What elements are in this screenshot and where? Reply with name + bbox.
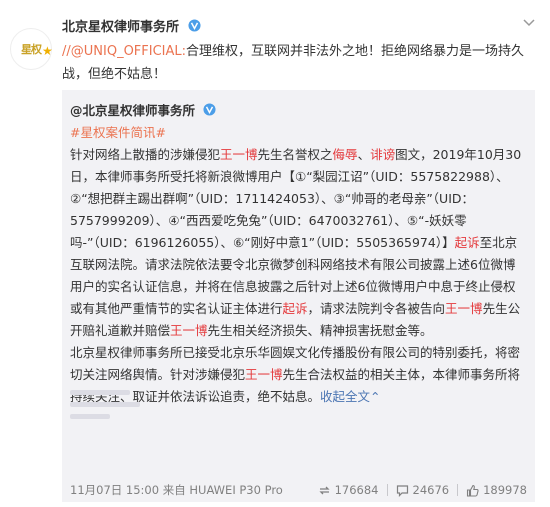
post-header: 北京星权律师事务所 xyxy=(62,16,520,35)
blurred-line xyxy=(70,414,110,419)
avatar-logo: 星权 xyxy=(21,43,42,56)
repost-paragraph-1: 针对网络上散播的涉嫌侵犯王一博先生名誉权之侮辱、诽谤图文，2019年10月30日… xyxy=(70,144,527,342)
keyword-link[interactable]: 王一博 xyxy=(220,147,258,162)
comment-icon xyxy=(396,484,408,497)
mention-link[interactable]: //@UNIQ_OFFICIAL: xyxy=(62,44,186,59)
chevron-down-icon[interactable] xyxy=(520,16,538,30)
blurred-line xyxy=(70,390,130,395)
verified-v-icon xyxy=(203,103,216,116)
repost-box: @北京星权律师事务所 #星权案件简讯# 针对网络上散播的涉嫌侵犯王一博先生名誉权… xyxy=(62,90,535,502)
keyword-link[interactable]: 侮辱 xyxy=(333,147,358,162)
verified-v-icon xyxy=(188,19,201,32)
thumbs-up-icon xyxy=(467,484,479,497)
repost-author-line: @北京星权律师事务所 xyxy=(70,100,527,122)
verified-star-icon: ★ xyxy=(42,44,53,58)
collapse-text-link[interactable]: ⌃ xyxy=(370,389,380,404)
keyword-link[interactable]: 起诉 xyxy=(455,235,480,250)
keyword-link[interactable]: 起诉 xyxy=(283,301,308,316)
paragraph-text: 先生名誉权之 xyxy=(257,147,333,162)
divider xyxy=(386,484,388,496)
comment-count: 24676 xyxy=(412,483,450,497)
paragraph-text: 、 xyxy=(357,147,371,162)
divider xyxy=(457,484,459,496)
paragraph-text: 针对网络上散播的涉嫌侵犯 xyxy=(70,147,221,162)
post-text: //@UNIQ_OFFICIAL:合理维权，互联网并非法外之地！拒绝网络暴力是一… xyxy=(62,40,530,86)
repost-author[interactable]: @北京星权律师事务所 xyxy=(70,103,195,118)
repost-icon xyxy=(319,486,330,494)
topic-hashtag[interactable]: #星权案件简讯# xyxy=(70,122,527,144)
keyword-link[interactable]: 王一博 xyxy=(170,323,208,338)
author-name[interactable]: 北京星权律师事务所 xyxy=(62,20,179,35)
paragraph-text: 图文，2019年10月30日，本律师事务所受托将新浪微博用户【①“梨园江诏”（U… xyxy=(70,147,522,250)
blurred-line xyxy=(70,402,140,407)
like-button[interactable]: 189978 xyxy=(466,483,527,497)
collapse-text-link[interactable]: 收起全文 xyxy=(320,389,370,404)
keyword-link[interactable]: 王一博 xyxy=(245,367,283,382)
repost-count: 176684 xyxy=(334,483,379,497)
repost-footer: 11月07日 15:00 来自 HUAWEI P30 Pro 176684 24… xyxy=(70,479,527,501)
weibo-post-card: 星权 ★ 北京星权律师事务所 //@UNIQ_OFFICIAL:合理维权，互联网… xyxy=(0,0,550,507)
like-count: 189978 xyxy=(483,483,527,497)
repost-button[interactable]: 176684 xyxy=(318,483,379,497)
post-time-source[interactable]: 11月07日 15:00 来自 HUAWEI P30 Pro xyxy=(70,482,283,498)
paragraph-text: ，请求法院判令各被告向 xyxy=(307,301,446,316)
keyword-link[interactable]: 王一博 xyxy=(445,301,483,316)
keyword-link[interactable]: 诽谤 xyxy=(370,147,395,162)
paragraph-text: 先生相关经济损失、精神损害抚慰金等。 xyxy=(207,323,433,338)
comment-button[interactable]: 24676 xyxy=(396,483,450,497)
